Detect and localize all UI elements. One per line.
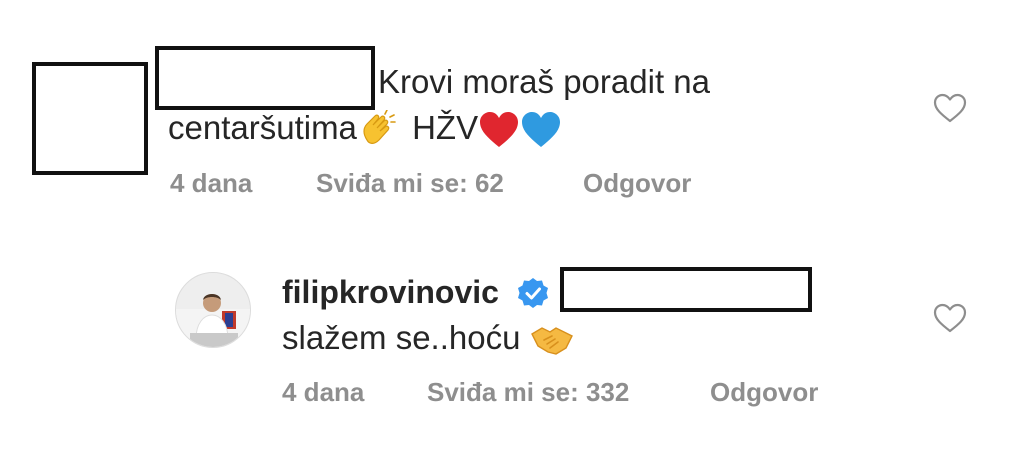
clapping-hands-icon	[363, 110, 396, 145]
heart-outline-icon[interactable]	[933, 303, 967, 333]
reply-likes-link[interactable]: Sviđa mi se: 332	[427, 377, 629, 407]
comment-text-line2-word: centaršutima	[168, 109, 357, 146]
comment-text-line2-hzv: HŽV	[412, 109, 479, 146]
comment-timestamp: 4 dana	[170, 168, 253, 198]
comment-likes-link[interactable]: Sviđa mi se: 62	[316, 168, 504, 198]
redacted-username	[155, 46, 375, 110]
heart-outline-icon[interactable]	[933, 93, 967, 123]
handshake-icon	[530, 327, 573, 356]
reply-text-content: slažem se..hoću	[282, 319, 521, 356]
reply-username[interactable]: filipkrovinovic	[282, 272, 499, 312]
verified-badge-icon	[518, 278, 548, 308]
redacted-avatar	[32, 62, 148, 175]
comment-text-line2: centaršutima HŽV	[168, 108, 562, 150]
comment-text-line1: Krovi moraš poradit na	[378, 63, 710, 100]
comment-reply-button[interactable]: Odgovor	[583, 168, 691, 198]
red-heart-icon	[480, 112, 519, 148]
redacted-mention	[560, 267, 812, 312]
reply-timestamp: 4 dana	[282, 377, 365, 407]
reply-reply-button[interactable]: Odgovor	[710, 377, 818, 407]
avatar[interactable]	[175, 272, 251, 348]
reply-text: slažem se..hoću	[282, 318, 574, 358]
blue-heart-icon	[522, 112, 561, 148]
avatar-photo	[176, 273, 250, 347]
